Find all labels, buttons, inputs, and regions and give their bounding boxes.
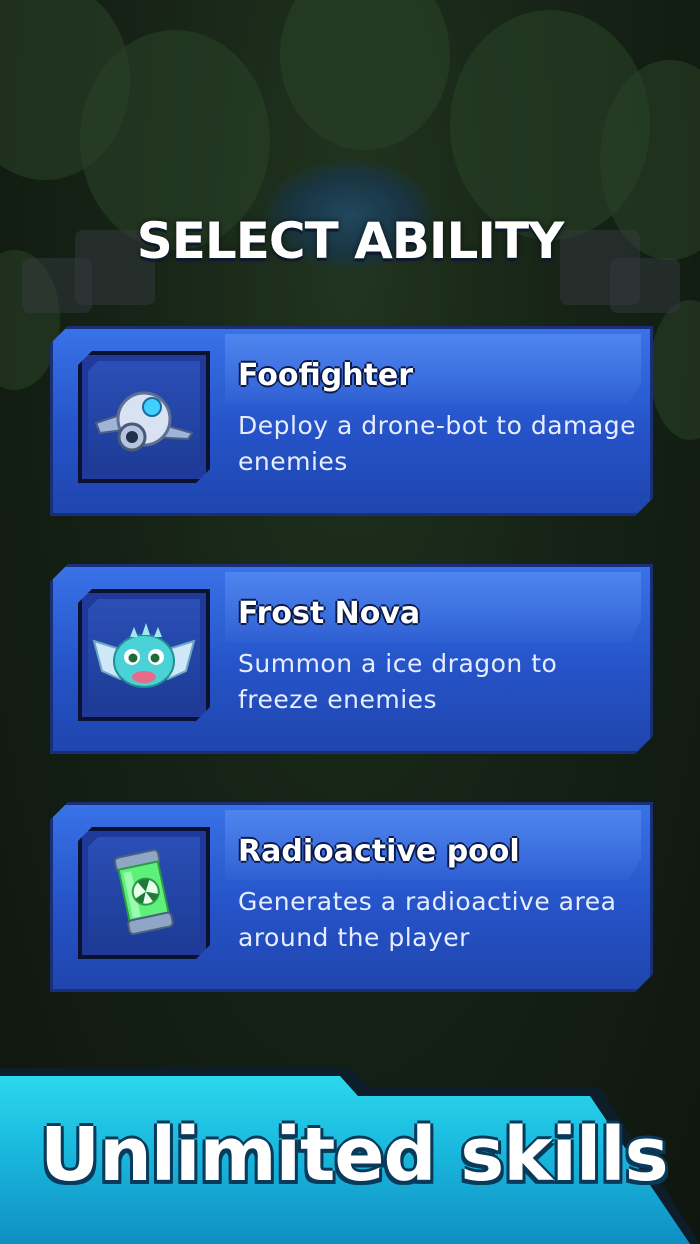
ability-name: Foofighter <box>238 358 414 393</box>
ability-card-frost-nova[interactable]: Frost Nova Summon a ice dragon to freeze… <box>50 564 653 754</box>
ability-icon-frame <box>78 827 210 959</box>
radioactive-canister-icon <box>90 839 198 947</box>
ability-name: Radioactive pool <box>238 834 520 869</box>
ability-name: Frost Nova <box>238 596 421 631</box>
promo-banner-text: Unlimited skills <box>40 1112 669 1198</box>
ability-description: Summon a ice dragon to freeze enemies <box>238 649 558 714</box>
ability-icon-frame <box>78 589 210 721</box>
ability-card-radioactive-pool[interactable]: Radioactive pool Generates a radioactive… <box>50 802 653 992</box>
ability-card-foofighter[interactable]: Foofighter Deploy a drone-bot to damage … <box>50 326 653 516</box>
ice-dragon-icon <box>90 601 198 709</box>
ability-description: Deploy a drone-bot to damage enemies <box>238 411 636 476</box>
screen-title: SELECT ABILITY <box>136 212 565 270</box>
drone-icon <box>90 363 198 471</box>
ability-icon-frame <box>78 351 210 483</box>
ability-description: Generates a radioactive area around the … <box>238 887 617 952</box>
